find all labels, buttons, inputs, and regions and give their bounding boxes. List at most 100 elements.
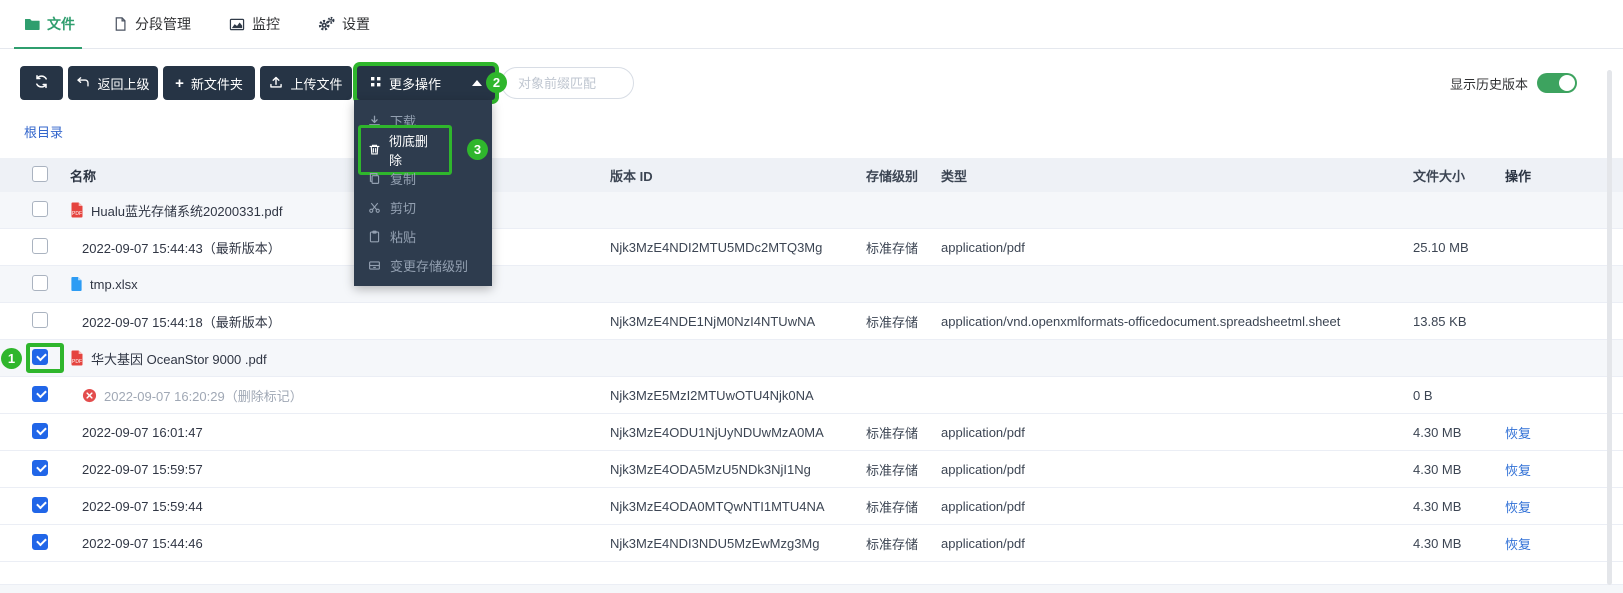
version-timestamp: 2022-09-07 16:20:29（删除标记）	[104, 388, 303, 404]
svg-text:PDF: PDF	[72, 211, 82, 217]
chart-icon	[229, 17, 245, 32]
upload-icon	[269, 75, 283, 92]
table-row: 2022-09-07 15:44:43（最新版本） Njk3MzE4NDI2MT…	[0, 229, 1623, 266]
upload-file-button[interactable]: 上传文件	[260, 66, 352, 100]
button-label: 更多操作	[389, 76, 442, 92]
table-row: tmp.xlsx	[0, 266, 1623, 303]
restore-link[interactable]: 恢复	[1505, 426, 1531, 441]
restore-link[interactable]: 恢复	[1505, 500, 1531, 515]
restore-link[interactable]: 恢复	[1505, 537, 1531, 552]
file-name[interactable]: Hualu蓝光存储系统20200331.pdf	[91, 201, 283, 220]
svg-text:PDF: PDF	[72, 359, 82, 365]
file-name[interactable]: tmp.xlsx	[90, 277, 138, 292]
tab-settings[interactable]: 设置	[318, 14, 370, 34]
storage-class: 标准存储	[866, 314, 919, 330]
tab-label: 文件	[47, 16, 75, 32]
column-header-actions: 操作	[1505, 168, 1532, 184]
folder-icon	[24, 16, 40, 32]
row-checkbox[interactable]	[32, 533, 48, 550]
content-type: application/vnd.openxmlformats-officedoc…	[941, 313, 1341, 329]
file-size: 4.30 MB	[1413, 424, 1462, 440]
file-size: 25.10 MB	[1413, 239, 1469, 255]
annotation-badge-2: 2	[486, 72, 507, 93]
table-row: 2022-09-07 16:01:47 Njk3MzE4ODU1NjUyNDUw…	[0, 414, 1623, 451]
table-row: 1 PDF 华大基因 OceanStor 9000 .pdf	[0, 340, 1623, 377]
table-row: 2022-09-07 15:44:18（最新版本） Njk3MzE4NDE1Nj…	[0, 303, 1623, 340]
menu-item-label: 复制	[390, 172, 417, 187]
copy-icon	[368, 172, 381, 185]
menu-item-change-storage-class[interactable]: 变更存储级别	[354, 251, 492, 280]
row-checkbox[interactable]	[32, 311, 48, 328]
storage-class: 标准存储	[866, 499, 919, 515]
trash-icon	[368, 143, 381, 156]
row-checkbox[interactable]	[32, 459, 48, 476]
tab-files[interactable]: 文件	[24, 14, 75, 34]
app-window: 文件 分段管理 监控 设置 返回上级 + 新文件夹 上传文件 更多操作 对象前缀…	[0, 0, 1623, 593]
chevron-up-icon	[472, 80, 482, 86]
tab-label: 设置	[342, 16, 370, 32]
breadcrumb-root-directory[interactable]: 根目录	[24, 122, 1623, 140]
file-name[interactable]: 华大基因 OceanStor 9000 .pdf	[91, 349, 267, 368]
content-type: application/pdf	[941, 461, 1025, 477]
menu-item-label: 粘贴	[390, 230, 417, 245]
column-header-storage-class: 存储级别	[866, 168, 919, 184]
toolbar: 返回上级 + 新文件夹 上传文件 更多操作 2 显示历史版本	[0, 66, 1623, 286]
refresh-button[interactable]	[20, 66, 63, 100]
menu-item-delete-permanently[interactable]: 彻底删除 3	[354, 124, 492, 175]
tab-label: 监控	[252, 16, 280, 32]
more-actions-button[interactable]: 更多操作	[357, 66, 495, 100]
plus-icon: +	[175, 74, 184, 92]
history-version-toggle[interactable]	[1537, 73, 1577, 93]
grid-icon	[370, 76, 382, 91]
go-up-button[interactable]: 返回上级	[68, 66, 158, 100]
column-header-version-id: 版本 ID	[610, 168, 653, 184]
version-timestamp: 2022-09-07 15:59:57	[82, 461, 203, 477]
button-label: 返回上级	[97, 76, 150, 92]
history-toggle-label: 显示历史版本	[1449, 76, 1528, 92]
content-type: application/pdf	[941, 239, 1025, 255]
search-input[interactable]	[501, 67, 634, 99]
row-checkbox[interactable]	[32, 385, 48, 402]
version-id: Njk3MzE4ODA0MTQwNTI1MTU4NA	[610, 498, 825, 514]
version-timestamp: 2022-09-07 15:44:18（最新版本）	[82, 314, 281, 330]
active-tab-underline	[14, 47, 82, 49]
file-size: 4.30 MB	[1413, 461, 1462, 477]
new-folder-button[interactable]: + 新文件夹	[163, 66, 255, 100]
version-timestamp: 2022-09-07 15:44:46	[82, 535, 203, 551]
version-id: Njk3MzE5MzI2MTUwOTU4Njk0NA	[610, 387, 814, 403]
scissors-icon	[368, 201, 381, 214]
file-size: 13.85 KB	[1413, 313, 1467, 329]
file-size: 4.30 MB	[1413, 535, 1462, 551]
history-version-control: 显示历史版本	[1450, 73, 1577, 93]
column-header-name: 名称	[70, 168, 97, 184]
menu-item-label: 彻底删除	[389, 133, 429, 168]
pdf-file-icon: PDF	[70, 350, 84, 366]
version-id: Njk3MzE4ODU1NjUyNDUwMzA0MA	[610, 424, 824, 440]
restore-link[interactable]: 恢复	[1505, 463, 1531, 478]
row-checkbox[interactable]	[32, 200, 48, 217]
storage-class-icon	[368, 259, 381, 272]
table-header-row: 名称 版本 ID 存储级别 类型 文件大小 操作	[0, 158, 1623, 192]
tab-multipart[interactable]: 分段管理	[113, 14, 191, 34]
menu-item-cut[interactable]: 剪切	[354, 193, 492, 222]
tab-monitoring[interactable]: 监控	[229, 14, 280, 34]
menu-item-paste[interactable]: 粘贴	[354, 222, 492, 251]
delete-marker-icon	[82, 388, 97, 403]
version-id: Njk3MzE4ODA5MzU5NDk3NjI1Ng	[610, 461, 811, 477]
table-row: 2022-09-07 15:59:44 Njk3MzE4ODA0MTQwNTI1…	[0, 488, 1623, 525]
row-checkbox[interactable]	[32, 496, 48, 513]
version-id: Njk3MzE4NDI2MTU5MDc2MTQ3Mg	[610, 239, 823, 255]
more-actions-dropdown: 下载 彻底删除 3 复制 剪切 粘贴 变更存储级别	[354, 100, 492, 286]
storage-class: 标准存储	[866, 425, 919, 441]
annotation-box-1	[26, 343, 64, 373]
file-size: 4.30 MB	[1413, 498, 1462, 514]
tab-bar: 文件 分段管理 监控 设置	[0, 0, 1623, 49]
row-checkbox[interactable]	[32, 422, 48, 439]
select-all-checkbox[interactable]	[32, 165, 48, 182]
row-checkbox[interactable]	[32, 237, 48, 254]
vertical-scrollbar[interactable]	[1607, 70, 1612, 585]
next-row-partial	[0, 584, 1623, 593]
version-timestamp: 2022-09-07 15:59:44	[82, 498, 203, 514]
row-checkbox[interactable]	[32, 274, 48, 291]
menu-item-label: 变更存储级别	[390, 259, 469, 274]
